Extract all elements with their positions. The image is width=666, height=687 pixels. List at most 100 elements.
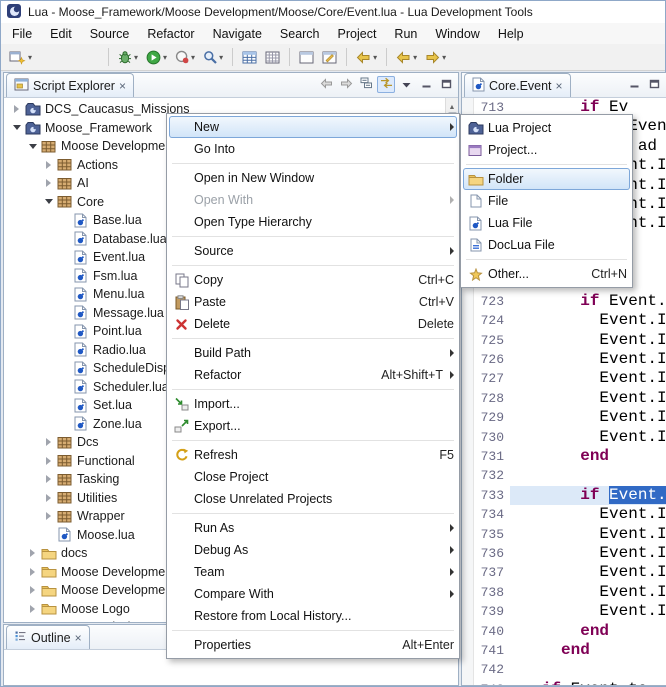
expand-collapsed-icon[interactable] [26,563,39,582]
script-explorer-tab[interactable]: Script Explorer × [6,73,134,97]
dropdown-caret-icon[interactable]: ▾ [28,53,32,62]
run-button[interactable]: ▾ [143,46,170,68]
menu-item-other[interactable]: Other...Ctrl+N [463,263,630,285]
code-line[interactable]: 726 Event.IniUnit = UNIT [474,350,666,369]
close-icon[interactable]: × [75,631,82,645]
last-edit-button[interactable]: ▾ [353,46,380,68]
minimize-button[interactable] [625,76,643,93]
maximize-button[interactable] [645,76,663,93]
menu-item-team[interactable]: Team [169,561,457,583]
code-line[interactable]: 740 end [474,622,666,641]
code-line[interactable]: 728 Event.IniUnit = UNIT [474,389,666,408]
menu-item-copy[interactable]: CopyCtrl+C [169,269,457,291]
menubar-item-window[interactable]: Window [426,25,488,43]
close-icon[interactable]: × [119,79,126,93]
expand-collapsed-icon[interactable] [26,618,39,622]
code-line[interactable]: 725 Event.IniUnit = UNIT [474,331,666,350]
menubar-item-source[interactable]: Source [81,25,139,43]
menu-item-lua-project[interactable]: Lua Project [463,117,630,139]
menu-item-build-path[interactable]: Build Path [169,342,457,364]
dropdown-caret-icon[interactable]: ▾ [191,53,195,62]
menu-item-new[interactable]: New [169,116,457,138]
expand-collapsed-icon[interactable] [42,174,55,193]
collapse-all-button[interactable] [357,76,375,93]
expand-collapsed-icon[interactable] [26,581,39,600]
coverage-button[interactable]: ▾ [172,46,198,68]
menubar-item-run[interactable]: Run [385,25,426,43]
view-menu-button[interactable] [397,76,415,93]
menu-item-import[interactable]: Import... [169,393,457,415]
menu-item-folder[interactable]: Folder [463,168,630,190]
expand-collapsed-icon[interactable] [42,470,55,489]
search-button[interactable]: ▾ [200,46,226,68]
menubar-item-refactor[interactable]: Refactor [138,25,203,43]
menubar-item-file[interactable]: File [3,25,41,43]
close-icon[interactable]: × [556,79,563,93]
menubar-item-help[interactable]: Help [489,25,533,43]
expand-expanded-icon[interactable] [10,119,23,138]
menu-item-restore-from-local-history[interactable]: Restore from Local History... [169,605,457,627]
back-button[interactable]: ▾ [393,46,420,68]
code-line[interactable]: 724 Event.IniUnit = UNIT [474,311,666,330]
code-line[interactable]: 733 if Event.TgtDCSUnit [474,486,666,505]
dropdown-caret-icon[interactable]: ▾ [413,53,417,62]
menu-item-export[interactable]: Export... [169,415,457,437]
menu-item-doclua-file[interactable]: DocLua File [463,234,630,256]
menu-item-delete[interactable]: DeleteDelete [169,313,457,335]
menu-item-close-project[interactable]: Close Project [169,466,457,488]
menu-item-file[interactable]: File [463,190,630,212]
link-editor-button[interactable] [377,76,395,93]
menu-item-project[interactable]: Project... [463,139,630,161]
menu-item-close-unrelated-projects[interactable]: Close Unrelated Projects [169,488,457,510]
code-line[interactable]: 739 Event.IniUnit = UNIT [474,602,666,621]
code-line[interactable]: 731 end [474,447,666,466]
menu-item-refresh[interactable]: RefreshF5 [169,444,457,466]
expand-collapsed-icon[interactable] [26,544,39,563]
code-line[interactable]: 729 Event.IniUnit = UNIT [474,408,666,427]
dropdown-caret-icon[interactable]: ▾ [442,53,446,62]
back-nav-button[interactable] [317,76,335,93]
menu-item-source[interactable]: Source [169,240,457,262]
debug-button[interactable]: ▾ [115,46,141,68]
table-button[interactable] [239,46,260,68]
code-line[interactable]: 736 Event.IniUnit = UNIT [474,544,666,563]
expand-expanded-icon[interactable] [42,193,55,212]
code-line[interactable]: 742 [474,660,666,679]
expand-collapsed-icon[interactable] [42,489,55,508]
menu-item-go-into[interactable]: Go Into [169,138,457,160]
expand-collapsed-icon[interactable] [10,100,23,119]
menu-item-open-in-new-window[interactable]: Open in New Window [169,167,457,189]
menu-item-paste[interactable]: PasteCtrl+V [169,291,457,313]
menu-item-open-type-hierarchy[interactable]: Open Type Hierarchy [169,211,457,233]
code-line[interactable]: 738 Event.IniUnit = UNIT [474,583,666,602]
menu-item-refactor[interactable]: RefactorAlt+Shift+T [169,364,457,386]
dropdown-caret-icon[interactable]: ▾ [373,53,377,62]
dropdown-caret-icon[interactable]: ▾ [219,53,223,62]
menu-item-lua-file[interactable]: Lua File [463,212,630,234]
expand-collapsed-icon[interactable] [26,600,39,619]
dropdown-caret-icon[interactable]: ▾ [134,53,138,62]
menubar-item-search[interactable]: Search [271,25,329,43]
editor-window-button[interactable] [319,46,340,68]
expand-collapsed-icon[interactable] [42,433,55,452]
expand-collapsed-icon[interactable] [42,507,55,526]
minimize-button[interactable] [417,76,435,93]
editor-tab-core-event[interactable]: Core.Event × [464,73,571,97]
menubar-item-project[interactable]: Project [329,25,386,43]
menubar-item-edit[interactable]: Edit [41,25,81,43]
code-line[interactable]: 737 Event.IniUnit = UNIT [474,563,666,582]
grid-button[interactable] [262,46,283,68]
menu-item-debug-as[interactable]: Debug As [169,539,457,561]
expand-expanded-icon[interactable] [26,137,39,156]
code-line[interactable]: 730 Event.IniUnit = UNIT [474,428,666,447]
expand-collapsed-icon[interactable] [42,452,55,471]
code-line[interactable]: 727 Event.IniUnit = UNIT [474,369,666,388]
code-line[interactable]: 741 end [474,641,666,660]
code-line[interactable]: 734 Event.IniUnit = UNIT [474,505,666,524]
outline-tab[interactable]: Outline × [6,625,90,649]
code-line[interactable]: 743 if Event.ta [474,680,666,685]
menu-item-run-as[interactable]: Run As [169,517,457,539]
menu-item-properties[interactable]: PropertiesAlt+Enter [169,634,457,656]
maximize-button[interactable] [437,76,455,93]
forward-button[interactable]: ▾ [422,46,449,68]
